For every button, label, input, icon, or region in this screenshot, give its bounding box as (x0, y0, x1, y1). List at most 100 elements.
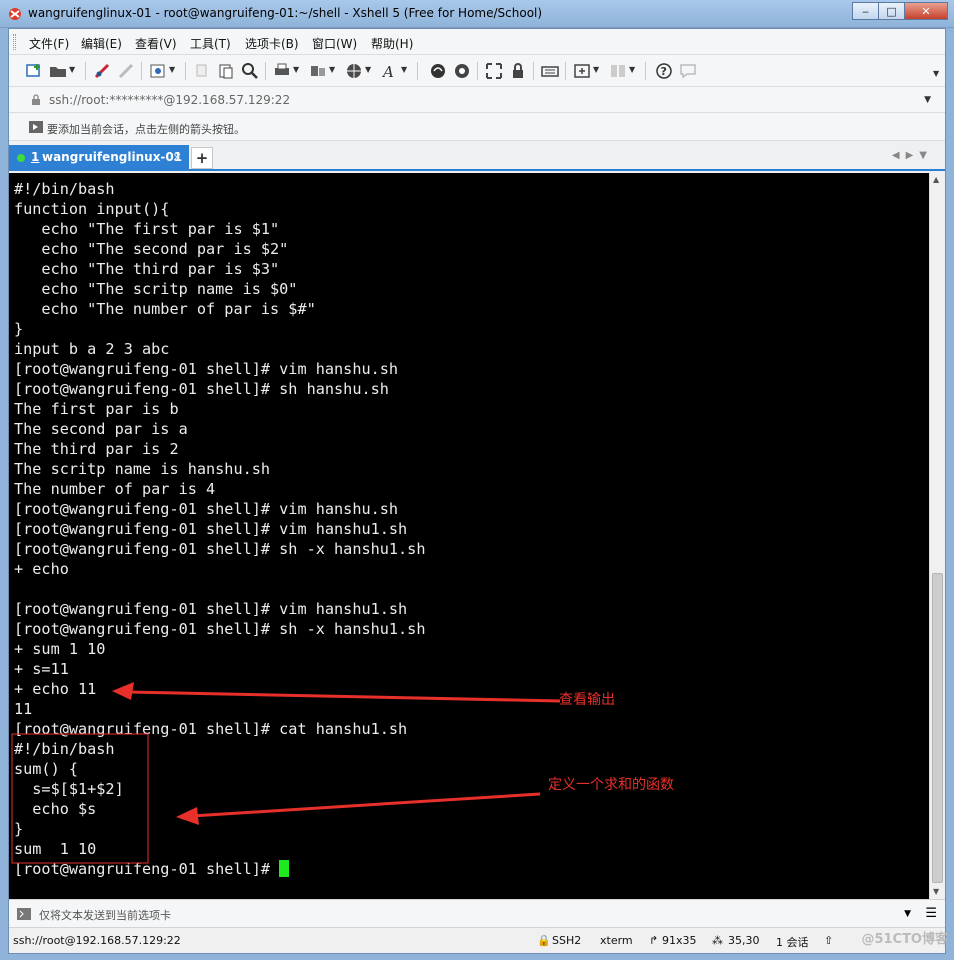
close-button[interactable]: ✕ (904, 2, 948, 20)
status-connection: ssh://root@192.168.57.129:22 (13, 934, 181, 947)
hamburger-menu-icon[interactable]: ☰ (925, 906, 937, 921)
address-bar[interactable]: ssh://root:*********@192.168.57.129:22 ▼ (9, 87, 945, 113)
terminal-line: [root@wangruifeng-01 shell]# sh -x hansh… (14, 620, 426, 638)
terminal-line: + echo 11 (14, 680, 97, 698)
menubar-grip[interactable] (13, 34, 16, 50)
compose-bar[interactable]: 仅将文本发送到当前选项卡 ▼ ☰ (9, 899, 945, 927)
tab-close-icon[interactable]: × (172, 150, 182, 164)
watermark-text: @51CTO博客 (861, 932, 948, 947)
tab-label: wangruifenglinux-01 (42, 150, 183, 164)
cursor-pos-icon: ⁂ (712, 934, 723, 947)
print-icon[interactable] (273, 62, 291, 80)
connected-status-icon (17, 154, 25, 162)
minimize-button[interactable]: ‒ (852, 2, 878, 20)
chat-icon (680, 64, 696, 79)
menu-window[interactable]: 窗口(W) (312, 35, 357, 52)
new-tab-button[interactable]: + (191, 147, 213, 169)
add-pane-icon[interactable] (573, 62, 591, 80)
tab-number: 1 (31, 150, 40, 164)
menu-help[interactable]: 帮助(H) (371, 35, 413, 52)
transfer-icon[interactable] (309, 62, 327, 80)
terminal-line: [root@wangruifeng-01 shell]# cat hanshu1… (14, 720, 408, 738)
font-dropdown-icon[interactable]: ▼ (401, 65, 407, 74)
terminal-line: The third par is 2 (14, 440, 179, 458)
status-sessions: 1 会话 (776, 936, 809, 949)
window-title: wangruifenglinux-01 - root@wangruifeng-0… (28, 6, 543, 20)
fullscreen-icon[interactable] (485, 62, 503, 80)
menu-file[interactable]: 文件(F) (29, 35, 69, 52)
ssh-lock-icon: 🔒 (537, 934, 551, 947)
menu-edit[interactable]: 编辑(E) (81, 35, 122, 52)
print-dropdown-icon[interactable]: ▼ (293, 65, 299, 74)
size-icon: ↱ (649, 934, 659, 947)
open-dropdown-icon[interactable]: ▼ (69, 65, 75, 74)
layout-icon (611, 65, 625, 77)
layout-dropdown-icon[interactable]: ▼ (629, 65, 635, 74)
shell-prompt: [root@wangruifeng-01 shell]# (14, 860, 280, 878)
terminal-line: [root@wangruifeng-01 shell]# sh -x hansh… (14, 540, 426, 558)
terminal-prompt-line[interactable]: [root@wangruifeng-01 shell]# (14, 859, 290, 879)
scroll-down-icon[interactable]: ▼ (933, 887, 939, 896)
globe-dropdown-icon[interactable]: ▼ (365, 65, 371, 74)
add-pane-dropdown-icon[interactable]: ▼ (593, 65, 599, 74)
xftp-icon[interactable] (429, 62, 447, 80)
tab-bar: 1 wangruifenglinux-01 × + ◀▶▼ (9, 141, 945, 171)
terminal-line: The first par is b (14, 400, 179, 418)
scroll-up-icon[interactable]: ▲ (933, 175, 939, 184)
svg-text:A: A (381, 63, 394, 80)
new-session-icon[interactable] (25, 62, 43, 80)
annotation-function-label: 定义一个求和的函数 (548, 777, 674, 793)
xshell-logo-icon (9, 8, 21, 20)
add-session-arrow-icon[interactable] (29, 121, 43, 133)
menu-tools[interactable]: 工具(T) (190, 35, 231, 52)
globe-icon[interactable] (345, 62, 363, 80)
terminal-line: s=$[$1+$2] (14, 780, 124, 798)
terminal-output[interactable]: #!/bin/bash function input(){ echo "The … (9, 173, 929, 899)
title-bar[interactable]: wangruifenglinux-01 - root@wangruifeng-0… (0, 0, 954, 28)
terminal-line: echo "The second par is $2" (14, 240, 289, 258)
menu-bar: 文件(F) 编辑(E) 查看(V) 工具(T) 选项卡(B) 窗口(W) 帮助(… (9, 29, 945, 55)
properties-dropdown-icon[interactable]: ▼ (169, 65, 175, 74)
terminal-line: sum 1 10 (14, 840, 97, 858)
help-icon[interactable]: ? (655, 62, 673, 80)
keyboard-icon[interactable] (541, 62, 559, 80)
terminal-line: + echo (14, 560, 69, 578)
session-hint-bar: 要添加当前会话，点击左侧的箭头按钮。 (9, 113, 945, 141)
transfer-dropdown-icon[interactable]: ▼ (329, 65, 335, 74)
lock-icon[interactable] (509, 62, 527, 80)
xagent-icon[interactable] (453, 62, 471, 80)
terminal-line: [root@wangruifeng-01 shell]# vim hanshu1… (14, 520, 408, 538)
maximize-button[interactable]: □ (878, 2, 904, 20)
svg-text:?: ? (661, 65, 667, 78)
terminal-line: echo "The number of par is $#" (14, 300, 316, 318)
tab-scroll-arrows-icon[interactable]: ◀▶▼ (892, 150, 933, 161)
terminal-line: } (14, 820, 24, 838)
terminal-scrollbar[interactable]: ▲ ▼ (929, 173, 945, 899)
terminal-cursor (279, 860, 290, 877)
connect-icon[interactable] (93, 62, 111, 80)
compose-dropdown-icon[interactable]: ▼ (904, 909, 911, 919)
terminal-line: echo "The scritp name is $0" (14, 280, 298, 298)
compose-target-text[interactable]: 仅将文本发送到当前选项卡 (39, 907, 171, 923)
terminal-line: [root@wangruifeng-01 shell]# vim hanshu.… (14, 500, 399, 518)
tab-session-1[interactable]: 1 wangruifenglinux-01 × (9, 145, 189, 171)
terminal-line: [root@wangruifeng-01 shell]# sh hanshu.s… (14, 380, 389, 398)
properties-icon[interactable] (149, 62, 167, 80)
compose-terminal-icon[interactable] (17, 908, 31, 920)
font-icon[interactable]: A (381, 62, 399, 80)
toolbar-overflow-icon[interactable]: ▼ (933, 69, 939, 78)
disconnect-icon (118, 63, 134, 79)
paste-icon[interactable] (217, 62, 235, 80)
address-dropdown-icon[interactable]: ▼ (924, 95, 931, 105)
status-scroll-up-icon[interactable]: ⇧ (824, 934, 833, 947)
open-folder-icon[interactable] (49, 62, 67, 80)
menu-tabs[interactable]: 选项卡(B) (245, 35, 299, 52)
address-input[interactable]: ssh://root:*********@192.168.57.129:22 (49, 93, 290, 107)
menu-view[interactable]: 查看(V) (135, 35, 177, 52)
app-window: 文件(F) 编辑(E) 查看(V) 工具(T) 选项卡(B) 窗口(W) 帮助(… (8, 28, 946, 954)
status-bar: ssh://root@192.168.57.129:22 🔒 SSH2 xter… (9, 927, 945, 953)
scrollbar-thumb[interactable] (932, 573, 943, 883)
toolbar: ▼ ▼ ▼ ▼ ▼ A ▼ ▼ ▼ ? ▼ (9, 55, 945, 87)
find-icon[interactable] (241, 62, 259, 80)
terminal-line: } (14, 320, 24, 338)
